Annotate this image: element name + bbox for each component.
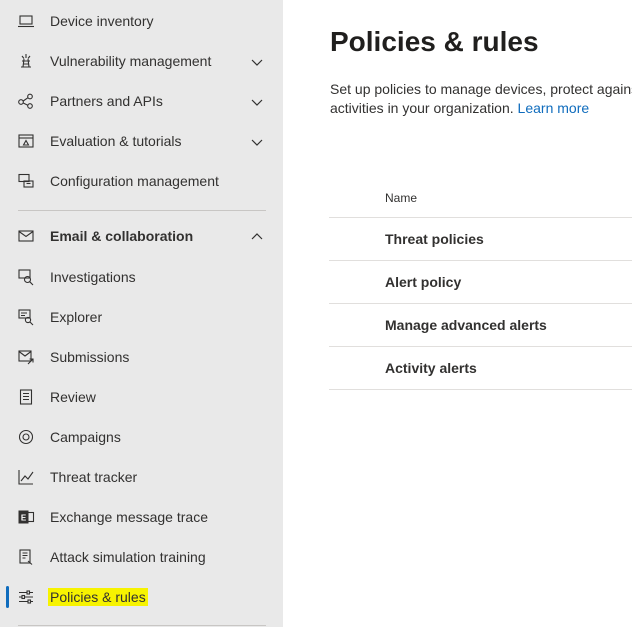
policies-icon [17, 588, 35, 606]
chevron-down-icon[interactable] [250, 135, 264, 147]
threat-tracker-icon [17, 468, 35, 486]
evaluation-icon [17, 132, 35, 150]
table-row-manage-advanced-alerts[interactable]: Manage advanced alerts [329, 304, 632, 347]
review-icon [17, 388, 35, 406]
page-title: Policies & rules [330, 26, 539, 57]
sidebar-divider [18, 210, 266, 211]
partners-icon [17, 92, 35, 110]
sidebar-item-label: Evaluation & tutorials [50, 133, 182, 149]
sidebar-item-label: Partners and APIs [50, 93, 163, 109]
description-line: Set up policies to manage devices, prote… [330, 81, 632, 97]
sidebar-item-label: Configuration management [50, 173, 219, 189]
sidebar-item-policies-rules[interactable]: Policies & rules [0, 577, 283, 617]
table-row-activity-alerts[interactable]: Activity alerts [329, 347, 632, 390]
configuration-icon [17, 172, 35, 190]
sidebar-item-threat-tracker[interactable]: Threat tracker [0, 457, 283, 497]
sidebar-item-label: Investigations [50, 269, 136, 285]
sidebar-item-exchange-message-trace[interactable]: E Exchange message trace [0, 497, 283, 537]
submissions-icon [17, 348, 35, 366]
sidebar-section-email-collaboration[interactable]: Email & collaboration [0, 216, 283, 256]
sidebar-item-vulnerability-management[interactable]: Vulnerability management [0, 41, 283, 81]
chevron-down-icon[interactable] [250, 55, 264, 67]
sidebar-item-label: Device inventory [50, 13, 154, 29]
sidebar-item-partners-apis[interactable]: Partners and APIs [0, 81, 283, 121]
svg-text:E: E [21, 513, 27, 522]
learn-more-link[interactable]: Learn more [518, 100, 590, 116]
description-text: activities in your organization. [330, 100, 514, 116]
laptop-icon [17, 12, 35, 30]
chevron-up-icon[interactable] [250, 230, 264, 242]
sidebar-item-review[interactable]: Review [0, 377, 283, 417]
sidebar-item-label: Threat tracker [50, 469, 138, 485]
sidebar-item-label: Policies & rules [48, 588, 148, 606]
table-row-threat-policies[interactable]: Threat policies [329, 218, 632, 261]
sidebar-item-explorer[interactable]: Explorer [0, 297, 283, 337]
sidebar-item-attack-simulation-training[interactable]: Attack simulation training [0, 537, 283, 577]
investigations-icon [17, 268, 35, 286]
campaigns-icon [17, 428, 35, 446]
sidebar-item-label: Attack simulation training [50, 549, 206, 565]
chevron-down-icon[interactable] [250, 95, 264, 107]
sidebar-divider [18, 625, 266, 626]
sidebar-section-label: Email & collaboration [50, 228, 194, 244]
mail-icon [17, 227, 35, 245]
description-line-2: activities in your organization. Learn m… [330, 99, 632, 118]
column-header-name[interactable]: Name [329, 178, 632, 218]
main-content: Policies & rules Set up policies to mana… [283, 0, 632, 627]
sidebar-item-label: Campaigns [50, 429, 121, 445]
sidebar-item-label: Submissions [50, 349, 130, 365]
sidebar-item-label: Explorer [50, 309, 103, 325]
sidebar-item-investigations[interactable]: Investigations [0, 257, 283, 297]
sidebar-item-configuration-management[interactable]: Configuration management [0, 161, 283, 201]
sidebar-item-device-inventory[interactable]: Device inventory [0, 1, 283, 41]
page-description: Set up policies to manage devices, prote… [330, 80, 632, 118]
sidebar-item-label: Review [50, 389, 96, 405]
attack-simulation-icon [17, 548, 35, 566]
policies-table: Name Threat policies Alert policy Manage… [329, 178, 632, 390]
exchange-icon: E [17, 508, 35, 526]
table-row-alert-policy[interactable]: Alert policy [329, 261, 632, 304]
sidebar-item-campaigns[interactable]: Campaigns [0, 417, 283, 457]
sidebar-item-submissions[interactable]: Submissions [0, 337, 283, 377]
vulnerability-icon [17, 52, 35, 70]
explorer-icon [17, 308, 35, 326]
sidebar-item-label: Exchange message trace [50, 509, 208, 525]
sidebar: Device inventory Vulnerability managemen… [0, 0, 283, 627]
sidebar-item-label: Vulnerability management [50, 53, 212, 69]
sidebar-item-evaluation-tutorials[interactable]: Evaluation & tutorials [0, 121, 283, 161]
